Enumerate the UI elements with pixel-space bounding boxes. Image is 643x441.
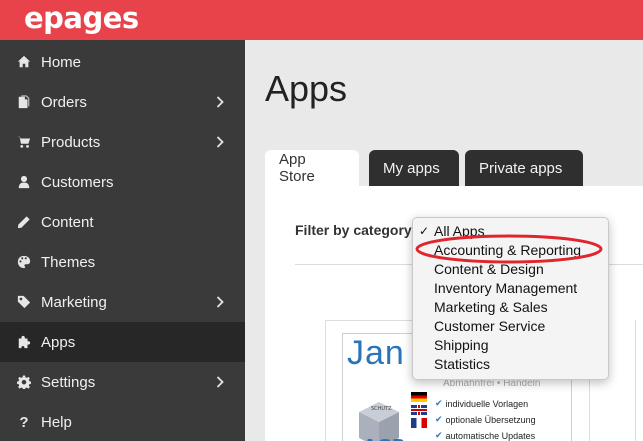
cart-icon xyxy=(17,135,31,149)
question-icon: ? xyxy=(19,413,29,431)
sidebar-item-label: Customers xyxy=(41,173,114,191)
dropdown-option-all-apps[interactable]: ✓ All Apps xyxy=(413,222,610,241)
sidebar-item-settings[interactable]: Settings xyxy=(0,362,245,402)
chevron-right-icon xyxy=(215,296,225,308)
tab-app-store[interactable]: App Store xyxy=(265,150,359,186)
dropdown-option-inventory-management[interactable]: Inventory Management xyxy=(413,279,610,298)
flag-de-icon xyxy=(411,392,427,402)
language-flags xyxy=(411,392,427,431)
dropdown-option-customer-service[interactable]: Customer Service xyxy=(413,317,610,336)
home-icon xyxy=(17,55,31,69)
check-icon: ✔ xyxy=(435,430,443,440)
dropdown-option-content-design[interactable]: Content & Design xyxy=(413,260,610,279)
epages-logo[interactable]: epages xyxy=(24,0,139,36)
sidebar-item-label: Help xyxy=(41,413,72,431)
sidebar-item-products[interactable]: Products xyxy=(0,122,245,162)
orders-icon xyxy=(17,95,31,109)
sidebar-item-help[interactable]: ? Help xyxy=(0,402,245,441)
sidebar-item-orders[interactable]: Orders xyxy=(0,82,245,122)
flag-uk-icon xyxy=(411,405,427,415)
box-illustration: SCHUTZ AGB xyxy=(359,402,405,441)
sidebar-item-label: Themes xyxy=(41,253,96,271)
filter-label: Filter by category xyxy=(295,222,412,238)
feature-item: ✔ individuelle Vorlagen xyxy=(435,398,529,409)
tab-my-apps[interactable]: My apps xyxy=(369,150,459,186)
puzzle-icon xyxy=(17,335,31,349)
sidebar-item-label: Marketing xyxy=(41,293,107,311)
tab-private-apps[interactable]: Private apps xyxy=(465,150,583,186)
dropdown-option-statistics[interactable]: Statistics xyxy=(413,355,610,374)
flag-fr-icon xyxy=(411,418,427,428)
dropdown-option-marketing-sales[interactable]: Marketing & Sales xyxy=(413,298,610,317)
check-icon: ✔ xyxy=(435,398,443,408)
tag-icon xyxy=(17,295,31,309)
svg-text:AGB: AGB xyxy=(363,436,405,441)
sidebar-item-label: Content xyxy=(41,213,94,231)
app-card-next[interactable] xyxy=(635,320,643,441)
chevron-right-icon xyxy=(215,376,225,388)
user-icon xyxy=(17,175,31,189)
sidebar-item-marketing[interactable]: Marketing xyxy=(0,282,245,322)
sidebar: Home Orders Products Customers Content T… xyxy=(0,40,245,441)
page-title: Apps xyxy=(265,68,348,109)
sidebar-item-apps[interactable]: Apps xyxy=(0,322,245,362)
check-icon: ✔ xyxy=(435,414,443,424)
gear-icon xyxy=(17,375,31,389)
sidebar-item-label: Home xyxy=(41,53,82,71)
sidebar-item-label: Products xyxy=(41,133,101,151)
app-logo-text: Jan xyxy=(347,334,405,372)
sidebar-item-customers[interactable]: Customers xyxy=(0,162,245,202)
palette-icon xyxy=(17,255,31,269)
sidebar-item-home[interactable]: Home xyxy=(0,42,245,82)
sidebar-item-content[interactable]: Content xyxy=(0,202,245,242)
feature-item: ✔ automatische Updates xyxy=(435,430,536,441)
feature-item: ✔ optionale Übersetzung xyxy=(435,414,536,425)
sidebar-item-label: Apps xyxy=(41,333,76,351)
box-label: SCHUTZ xyxy=(371,406,392,412)
dropdown-option-shipping[interactable]: Shipping xyxy=(413,336,610,355)
checkmark-icon: ✓ xyxy=(419,224,430,238)
dropdown-option-accounting-reporting[interactable]: Accounting & Reporting xyxy=(413,241,610,260)
sidebar-item-themes[interactable]: Themes xyxy=(0,242,245,282)
chevron-right-icon xyxy=(215,136,225,148)
chevron-right-icon xyxy=(215,96,225,108)
category-dropdown-menu: ✓ All Apps Accounting & Reporting Content… xyxy=(412,217,609,380)
pencil-icon xyxy=(17,215,31,229)
top-bar: epages xyxy=(0,0,643,40)
sidebar-item-label: Settings xyxy=(41,373,96,391)
sidebar-item-label: Orders xyxy=(41,93,87,111)
